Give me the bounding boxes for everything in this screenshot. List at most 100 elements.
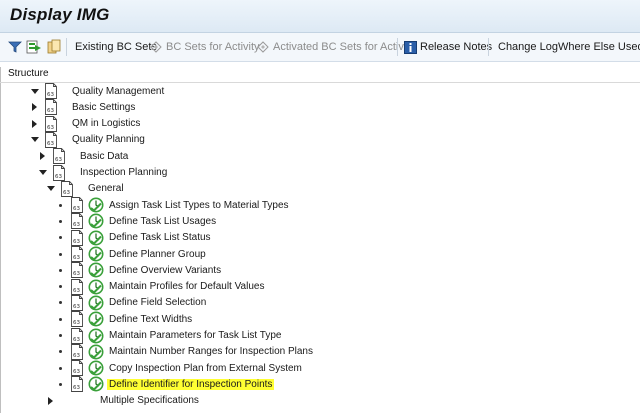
collapsed-arrow-icon[interactable] <box>38 148 47 164</box>
where-else-used-button[interactable]: Where Else Used <box>558 33 640 61</box>
tree-folder-node[interactable]: 63 Quality Planning <box>30 131 147 148</box>
execute-activity-clock-icon[interactable] <box>88 344 104 360</box>
tree-node-label[interactable]: Define Field Selection <box>107 297 208 308</box>
documentation-button[interactable] <box>46 33 62 61</box>
svg-text:63: 63 <box>55 157 62 163</box>
existing-bc-sets-label: Existing BC Sets <box>75 41 157 53</box>
tree-folder-node[interactable]: 63 Quality Management <box>30 83 166 99</box>
tree-node-label[interactable]: Quality Planning <box>70 134 147 145</box>
execute-activity-clock-icon[interactable] <box>88 197 104 213</box>
collapsed-arrow-icon[interactable] <box>30 116 39 132</box>
activated-bc-sets-button[interactable]: Activated BC Sets for Activity <box>256 33 415 61</box>
tree-node-label[interactable]: Inspection Planning <box>78 167 169 178</box>
expanded-arrow-icon[interactable] <box>30 132 39 148</box>
img-document-icon[interactable]: 63 <box>70 360 84 377</box>
tree-folder-node[interactable]: 63 QM in Logistics <box>30 115 142 132</box>
img-document-icon[interactable]: 63 <box>70 262 84 279</box>
tree-node-label[interactable]: Maintain Number Ranges for Inspection Pl… <box>107 346 315 357</box>
img-document-icon[interactable]: 63 <box>44 115 58 132</box>
tree-node-label[interactable]: Maintain Profiles for Default Values <box>107 281 266 292</box>
img-document-icon[interactable]: 63 <box>70 376 84 393</box>
img-document-icon[interactable]: 63 <box>70 246 84 262</box>
expanded-arrow-icon[interactable] <box>38 165 47 181</box>
tree-leaf-node[interactable]: 63 Define Field Selection <box>56 294 208 311</box>
execute-activity-clock-icon[interactable] <box>88 376 104 392</box>
img-document-icon[interactable]: 63 <box>70 311 84 328</box>
svg-text:63: 63 <box>47 125 54 131</box>
tree-leaf-node[interactable]: 63 Define Text Widths <box>56 311 194 328</box>
tree-folder-node[interactable]: 63 General <box>46 180 126 197</box>
tree-node-label[interactable]: General <box>86 183 126 194</box>
img-document-icon[interactable]: 63 <box>70 278 84 295</box>
tree-leaf-node[interactable]: 63 Copy Inspection Plan from External Sys… <box>56 360 304 377</box>
tree-node-label[interactable]: Define Text Widths <box>107 314 194 325</box>
img-document-icon[interactable]: 63 <box>52 148 66 165</box>
execute-activity-clock-icon[interactable] <box>88 279 104 295</box>
img-document-icon[interactable]: 63 <box>70 294 84 311</box>
tree-node-label[interactable]: Basic Settings <box>70 102 137 113</box>
tree-leaf-node[interactable]: 63 Define Task List Usages <box>56 213 218 230</box>
tree-node-label[interactable]: Define Planner Group <box>107 249 208 260</box>
execute-activity-clock-icon[interactable] <box>88 328 104 344</box>
execute-activity-clock-icon[interactable] <box>88 262 104 278</box>
expanded-arrow-icon[interactable] <box>46 181 55 197</box>
collapsed-arrow-icon[interactable] <box>46 393 55 409</box>
tree-folder-node[interactable]: 63 Inspection Planning <box>38 164 169 181</box>
img-document-icon[interactable]: 63 <box>70 343 84 360</box>
tree-node-label[interactable]: Define Task List Status <box>107 232 213 243</box>
execute-activity-clock-icon[interactable] <box>88 295 104 311</box>
execute-activity-clock-icon[interactable] <box>88 246 104 262</box>
execute-activity-clock-icon[interactable] <box>88 360 104 376</box>
svg-text:63: 63 <box>73 337 80 343</box>
execute-activity-clock-icon[interactable] <box>88 213 104 229</box>
tree-node-label[interactable]: Quality Management <box>70 86 166 97</box>
img-document-icon[interactable]: 63 <box>70 327 84 344</box>
collapsed-arrow-icon[interactable] <box>30 99 39 115</box>
expand-all-button[interactable] <box>8 33 22 61</box>
tree-node-label[interactable]: Maintain Parameters for Task List Type <box>107 330 284 341</box>
tree-node-label[interactable]: Copy Inspection Plan from External Syste… <box>107 363 304 374</box>
tree-node-label[interactable]: Multiple Specifications <box>98 395 201 406</box>
tree-node-label[interactable]: Basic Data <box>78 151 130 162</box>
release-notes-button[interactable]: Release Notes <box>404 33 492 61</box>
existing-bc-sets-button[interactable]: Existing BC Sets <box>75 33 157 61</box>
svg-text:63: 63 <box>73 353 80 359</box>
expanded-arrow-icon[interactable] <box>30 83 39 99</box>
tree-node-label[interactable]: QM in Logistics <box>70 118 142 129</box>
tree-leaf-node[interactable]: 63 Assign Task List Types to Material Typ… <box>56 197 291 214</box>
tree-node-label[interactable]: Assign Task List Types to Material Types <box>107 200 291 211</box>
tree-node-label[interactable]: Define Identifier for Inspection Points <box>107 378 275 390</box>
tree-folder-node[interactable]: Multiple Specifications <box>46 393 201 409</box>
img-document-icon[interactable]: 63 <box>70 197 84 214</box>
tree-leaf-node[interactable]: 63 Define Overview Variants <box>56 262 223 279</box>
tree-leaf-node[interactable]: 63 Define Identifier for Inspection Point… <box>56 376 275 393</box>
img-document-icon[interactable]: 63 <box>60 180 74 197</box>
leaf-bullet-icon <box>56 246 65 262</box>
svg-text:63: 63 <box>73 304 80 310</box>
img-document-icon[interactable]: 63 <box>44 83 58 99</box>
tree-leaf-node[interactable]: 63 Maintain Parameters for Task List Type <box>56 327 284 344</box>
tree-node-label[interactable]: Define Task List Usages <box>107 216 218 227</box>
bc-sets-for-activity-button[interactable]: BC Sets for Activity <box>149 33 260 61</box>
svg-text:63: 63 <box>73 288 80 294</box>
tree-leaf-node[interactable]: 63 Maintain Number Ranges for Inspection … <box>56 343 315 360</box>
change-log-label: Change Log <box>498 41 558 53</box>
tree-node-label[interactable]: Define Overview Variants <box>107 265 223 276</box>
execute-button[interactable] <box>26 33 42 61</box>
tree-leaf-node[interactable]: 63 Maintain Profiles for Default Values <box>56 278 266 295</box>
img-document-icon[interactable]: 63 <box>44 131 58 148</box>
tree-leaf-node[interactable]: 63 Define Task List Status <box>56 229 213 246</box>
change-log-button[interactable]: Change Log <box>498 33 558 61</box>
tree-leaf-node[interactable]: 63 Define Planner Group <box>56 246 208 262</box>
execute-activity-clock-icon[interactable] <box>88 311 104 327</box>
tree-folder-node[interactable]: 63 Basic Data <box>38 148 130 165</box>
img-document-icon[interactable]: 63 <box>52 164 66 181</box>
leaf-bullet-icon <box>56 213 65 229</box>
activated-bc-sets-label: Activated BC Sets for Activity <box>273 41 415 53</box>
execute-activity-clock-icon[interactable] <box>88 230 104 246</box>
img-document-icon[interactable]: 63 <box>44 99 58 116</box>
img-document-icon[interactable]: 63 <box>70 229 84 246</box>
execute-icon <box>26 40 41 54</box>
tree-folder-node[interactable]: 63 Basic Settings <box>30 99 137 116</box>
img-document-icon[interactable]: 63 <box>70 213 84 230</box>
